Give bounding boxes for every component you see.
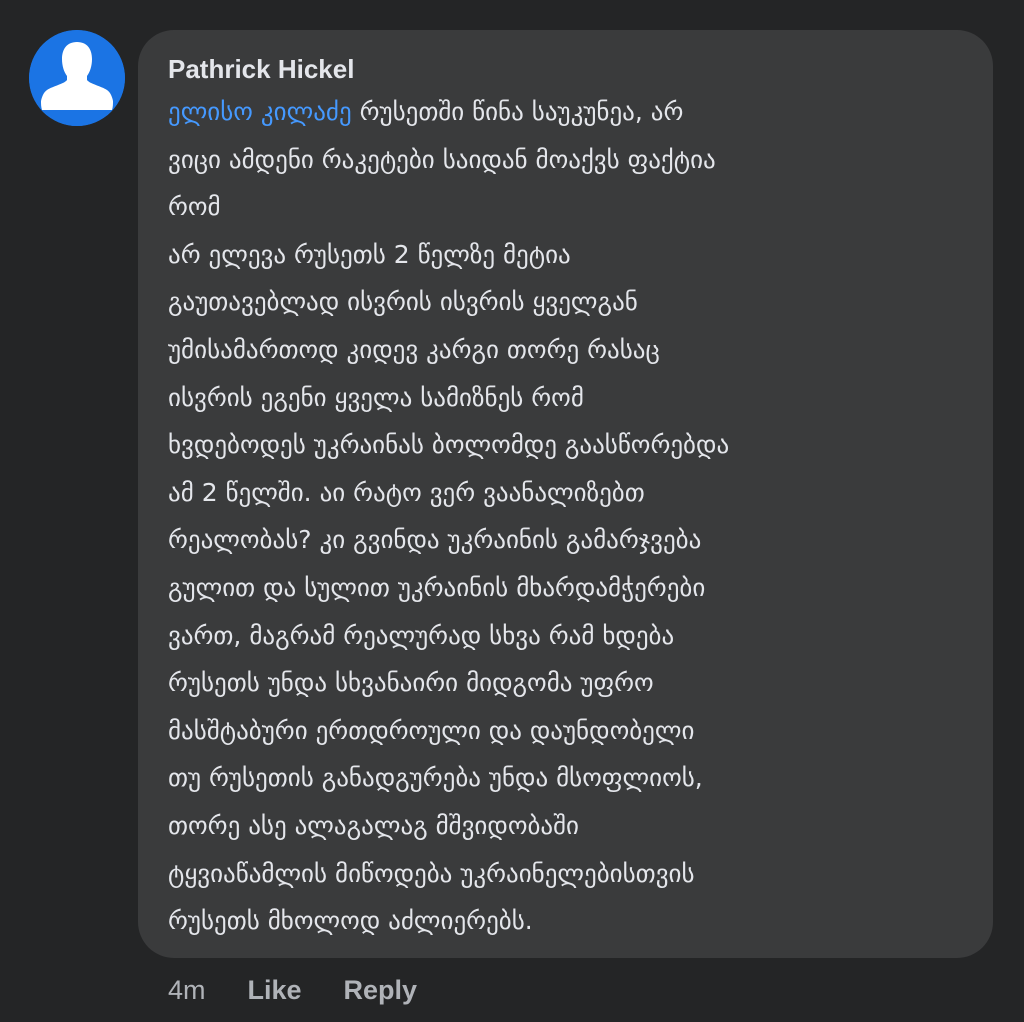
comment-line: რუსეთს მხოლოდ აძლიერებს.: [168, 906, 533, 936]
comment-line: ისვრის ეგენი ყველა სამიზნეს რომ: [168, 382, 584, 412]
comment-actions: 4m Like Reply: [168, 970, 459, 1010]
comment-line: გაუთავებლად ისვრის ისვრის ყველგან: [168, 287, 638, 317]
comment-line: რომ: [168, 192, 221, 222]
reply-button[interactable]: Reply: [344, 975, 418, 1006]
comment-author[interactable]: Pathrick Hickel: [168, 52, 967, 86]
mention-link[interactable]: ელისო კილაძე: [168, 97, 352, 126]
comment-line: ამ 2 წელში. აი რატო ვერ ვაანალიზებთ: [168, 477, 645, 507]
comment-line: ხვდებოდეს უკრაინას ბოლომდე გაასწორებდა: [168, 430, 730, 460]
avatar[interactable]: [29, 30, 125, 126]
comment-line: თუ რუსეთის განადგურება უნდა მსოფლიოს,: [168, 763, 703, 793]
comment-line: არ ელევა რუსეთს 2 წელზე მეტია: [168, 239, 571, 269]
comment-line: ვართ, მაგრამ რეალურად სხვა რამ ხდება: [168, 620, 675, 650]
comment-line: თორე ასე ალაგალაგ მშვიდობაში: [168, 810, 579, 840]
comment-first-line-text: რუსეთში წინა საუკუნეა, არ: [351, 97, 684, 126]
comment-line: ელისო კილაძე რუსეთში წინა საუკუნეა, არ: [168, 88, 967, 136]
comment-line: უმისამართოდ კიდევ კარგი თორე რასაც: [168, 334, 660, 364]
comment-bubble: Pathrick Hickel ელისო კილაძე რუსეთში წინ…: [138, 30, 993, 958]
comment-line: გულით და სულით უკრაინის მხარდამჭერები: [168, 572, 706, 602]
comment-line: ტყვიაწამლის მიწოდება უკრაინელებისთვის: [168, 858, 695, 888]
comment-line: რეალობას? კი გვინდა უკრაინის გამარჯვება: [168, 525, 702, 555]
comment-timestamp[interactable]: 4m: [168, 975, 206, 1006]
comment-line: მასშტაბური ერთდროული და დაუნდობელი: [168, 715, 695, 745]
comment-line: რუსეთს უნდა სხვანაირი მიდგომა უფრო: [168, 668, 654, 698]
profile-silhouette-icon: [29, 30, 125, 126]
comment-text: ელისო კილაძე რუსეთში წინა საუკუნეა, არ ვ…: [168, 88, 967, 945]
comment-line: ვიცი ამდენი რაკეტები საიდან მოაქვს ფაქტი…: [168, 144, 716, 174]
like-button[interactable]: Like: [248, 975, 302, 1006]
